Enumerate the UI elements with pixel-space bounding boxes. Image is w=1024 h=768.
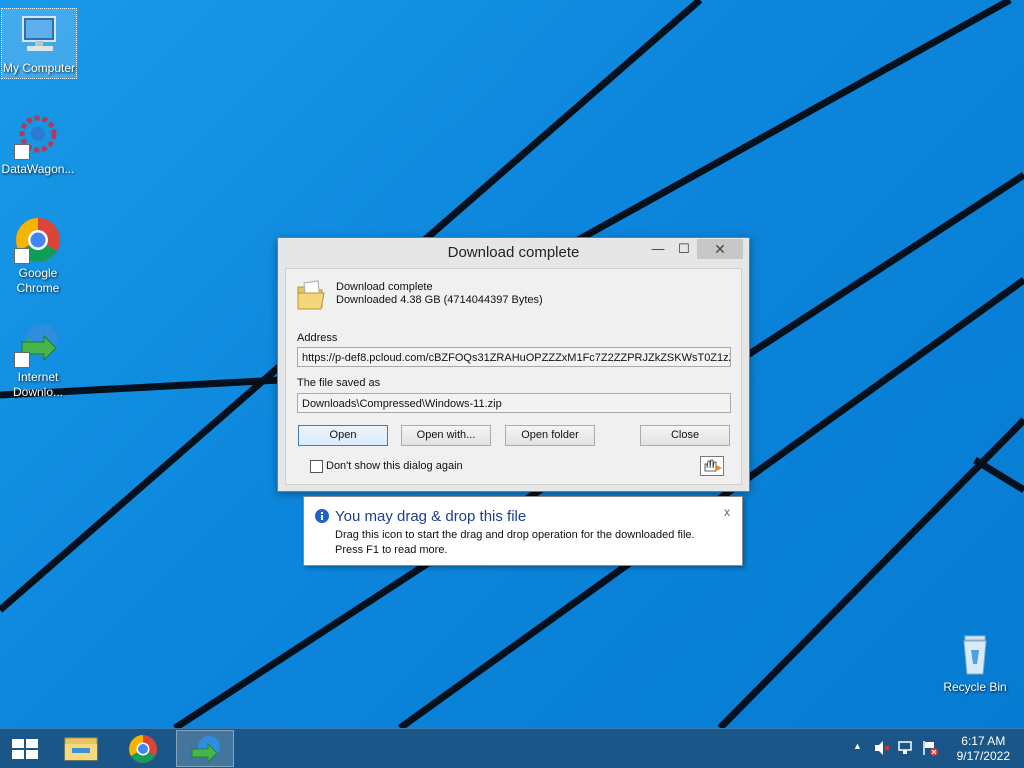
shortcut-arrow-icon <box>14 352 30 368</box>
drag-drop-tooltip: You may drag & drop this file Drag this … <box>303 496 743 566</box>
trash-bin-icon <box>951 630 999 678</box>
tooltip-line-2: Press F1 to read more. <box>335 544 448 556</box>
drag-drop-hand-icon[interactable] <box>700 456 724 476</box>
close-button[interactable]: Close <box>640 425 730 446</box>
open-folder-icon <box>296 279 326 316</box>
internet-download-manager-shortcut[interactable]: Internet Downlo... <box>0 320 76 400</box>
show-hidden-icons-button[interactable]: ▲ <box>853 741 862 751</box>
saved-as-label: The file saved as <box>297 377 381 389</box>
shortcut-arrow-icon <box>14 248 30 264</box>
download-complete-dialog: Download complete — ☐ ✕ Download complet… <box>277 237 750 492</box>
dont-show-checkbox[interactable] <box>310 460 323 473</box>
google-chrome-shortcut[interactable]: Google Chrome <box>0 216 76 296</box>
info-icon <box>315 509 329 528</box>
close-window-button[interactable]: ✕ <box>697 239 743 259</box>
taskbar-file-explorer[interactable] <box>52 730 110 767</box>
recycle-bin-icon[interactable]: Recycle Bin <box>937 630 1013 695</box>
computer-icon <box>15 11 63 59</box>
my-computer-label: My Computer <box>2 61 76 75</box>
recycle-bin-label: Recycle Bin <box>943 680 1007 694</box>
taskbar: ▲ 6:17 AM 9/17/2022 <box>0 728 1024 768</box>
taskbar-chrome[interactable] <box>114 730 172 767</box>
status-detail: Downloaded 4.38 GB (4714044397 Bytes) <box>336 294 543 306</box>
action-center-flag-icon[interactable] <box>921 740 939 759</box>
clock[interactable]: 6:17 AM 9/17/2022 <box>957 734 1010 764</box>
folder-icon <box>64 737 98 761</box>
clock-date: 9/17/2022 <box>956 749 1010 763</box>
datawagon-gear-icon <box>14 112 62 160</box>
tooltip-line-1: Drag this icon to start the drag and dro… <box>335 529 695 541</box>
open-button[interactable]: Open <box>298 425 388 446</box>
windows-logo-icon <box>12 739 38 759</box>
tooltip-close-button[interactable]: x <box>724 505 730 519</box>
idm-icon <box>191 736 220 763</box>
minimize-button[interactable]: — <box>645 239 671 259</box>
maximize-button[interactable]: ☐ <box>671 239 697 259</box>
clock-time: 6:17 AM <box>961 734 1006 748</box>
chrome-icon <box>129 735 157 763</box>
datawagon-label: DataWagon... <box>1 162 75 176</box>
dialog-body: Download complete Downloaded 4.38 GB (47… <box>285 268 742 485</box>
address-label: Address <box>297 332 338 344</box>
chrome-label: Google Chrome <box>16 266 60 295</box>
open-with-button[interactable]: Open with... <box>401 425 491 446</box>
dont-show-label: Don't show this dialog again <box>326 460 463 472</box>
start-button[interactable] <box>0 730 50 767</box>
address-field[interactable]: https://p-def8.pcloud.com/cBZFOQs31ZRAHu… <box>297 347 731 367</box>
network-icon[interactable] <box>897 740 915 759</box>
dialog-titlebar[interactable]: Download complete — ☐ ✕ <box>278 238 749 267</box>
datawagon-shortcut[interactable]: DataWagon... <box>0 112 76 177</box>
taskbar-idm[interactable] <box>176 730 234 767</box>
saved-path-field[interactable]: Downloads\Compressed\Windows-11.zip <box>297 393 731 413</box>
shortcut-arrow-icon <box>14 144 30 160</box>
tooltip-title: You may drag & drop this file <box>335 508 527 525</box>
status-title: Download complete <box>336 281 433 293</box>
volume-muted-icon[interactable] <box>873 740 891 759</box>
idm-label: Internet Downlo... <box>12 370 64 399</box>
idm-icon <box>14 320 62 368</box>
tooltip-body: Drag this icon to start the drag and dro… <box>335 528 735 558</box>
chrome-icon <box>14 216 62 264</box>
open-folder-button[interactable]: Open folder <box>505 425 595 446</box>
my-computer-icon[interactable]: My Computer <box>1 8 77 79</box>
